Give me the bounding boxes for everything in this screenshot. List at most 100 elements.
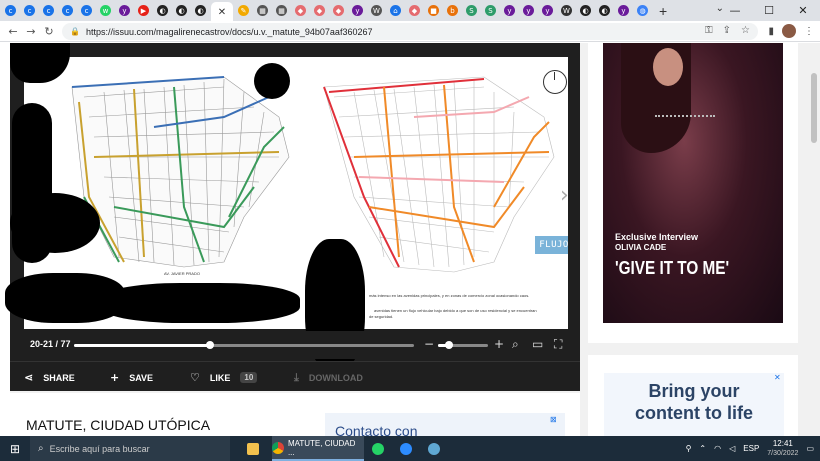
browser-right-tab-14[interactable]: y	[501, 2, 518, 19]
tray-chevron-icon[interactable]: ⌃	[699, 444, 706, 453]
zoom-icon	[400, 442, 412, 455]
forward-button[interactable]: →	[22, 25, 40, 38]
browser-tab-7[interactable]: ▶	[135, 2, 152, 19]
browser-right-tab-0[interactable]: ✎	[235, 2, 252, 19]
browser-right-tab-9[interactable]: ◆	[406, 2, 423, 19]
browser-right-tab-10[interactable]: ■	[425, 2, 442, 19]
zoom-in-icon[interactable]: +	[494, 337, 504, 351]
browser-tab-9[interactable]: ◐	[173, 2, 190, 19]
tab-favicon-icon: ■	[428, 5, 439, 16]
zoom-app[interactable]	[396, 436, 416, 461]
settings-app[interactable]	[424, 436, 444, 461]
right-ad-2[interactable]: Bring your content to life	[604, 373, 784, 436]
browser-right-tab-8[interactable]: ⌂	[387, 2, 404, 19]
profile-avatar[interactable]	[782, 24, 796, 38]
browser-right-tab-7[interactable]: W	[368, 2, 385, 19]
browser-tab-0[interactable]: c	[2, 2, 19, 19]
search-zoom-icon[interactable]: ⌕	[512, 337, 519, 352]
ad-close-icon[interactable]: ⊠	[550, 415, 557, 424]
caption-line-1: más intenso en las avenidas principales,…	[369, 293, 530, 298]
page-slider[interactable]	[74, 341, 414, 349]
tab-favicon-icon: S	[466, 5, 477, 16]
zoom-out-icon[interactable]: −	[424, 337, 434, 351]
browser-right-tab-15[interactable]: y	[520, 2, 537, 19]
page-slider-handle[interactable]	[206, 341, 214, 349]
browser-right-tab-18[interactable]: ◐	[577, 2, 594, 19]
new-tab-button[interactable]: +	[659, 3, 667, 19]
like-button[interactable]: ♡ LIKE 10	[190, 371, 258, 384]
browser-right-tab-17[interactable]: W	[558, 2, 575, 19]
single-page-view-icon[interactable]: ▭	[532, 337, 543, 351]
browser-right-tab-6[interactable]: y	[349, 2, 366, 19]
browser-tab-2[interactable]: c	[40, 2, 57, 19]
share-page-icon[interactable]: ⇪	[723, 25, 731, 36]
ad-chain-decor	[655, 115, 715, 121]
address-bar[interactable]: 🔒 https://issuu.com/magalirenecastrov/do…	[62, 23, 758, 40]
browser-tab-1[interactable]: c	[21, 2, 38, 19]
browser-right-tab-19[interactable]: ◐	[596, 2, 613, 19]
bookmark-star-icon[interactable]: ☆	[741, 25, 750, 36]
right-ad-image[interactable]: Exclusive Interview OLIVIA CADE 'GIVE IT…	[603, 43, 783, 323]
chrome-taskbar-app[interactable]: MATUTE, CIUDAD ...	[272, 436, 364, 461]
whatsapp-app[interactable]	[368, 436, 388, 461]
file-explorer-app[interactable]	[240, 436, 266, 461]
tab-favicon-icon: ◆	[295, 5, 306, 16]
next-page-arrow-icon[interactable]: ›	[560, 183, 569, 208]
browser-tab-10[interactable]: ◐	[192, 2, 209, 19]
browser-right-tab-1[interactable]: ▦	[254, 2, 271, 19]
page-scrollbar[interactable]	[808, 43, 820, 436]
minimize-button[interactable]: —	[718, 0, 752, 21]
clock[interactable]: 12:41 7/30/2022	[767, 439, 798, 459]
tab-favicon-icon: W	[371, 5, 382, 16]
taskbar-search[interactable]: ⌕ Escribe aquí para buscar	[30, 436, 230, 461]
loading-spinner-icon	[543, 70, 567, 94]
extensions-icon[interactable]: ▮	[768, 26, 774, 37]
browser-right-tab-2[interactable]: ▦	[273, 2, 290, 19]
ad-headline: 'GIVE IT TO ME'	[615, 258, 730, 278]
ad2-line-1: Bring your	[648, 381, 740, 401]
language-indicator[interactable]: ESP	[743, 444, 759, 453]
browser-tab-4[interactable]: c	[78, 2, 95, 19]
notifications-icon[interactable]: ▭	[806, 444, 814, 453]
browser-right-tab-20[interactable]: y	[615, 2, 632, 19]
browser-right-tab-3[interactable]: ◆	[292, 2, 309, 19]
back-button[interactable]: ←	[4, 25, 22, 38]
ad2-close-icon[interactable]: ✕	[774, 373, 781, 382]
save-button[interactable]: + SAVE	[110, 371, 153, 384]
ad-kicker: Exclusive Interview	[615, 232, 699, 242]
plus-icon: +	[110, 371, 120, 384]
download-button[interactable]: ⤓ DOWNLOAD	[294, 371, 363, 385]
browser-tab-3[interactable]: c	[59, 2, 76, 19]
tab-favicon-icon: ⌂	[390, 5, 401, 16]
browser-right-tab-21[interactable]: ◍	[634, 2, 651, 19]
zoom-slider-handle[interactable]	[445, 341, 453, 349]
browser-tab-6[interactable]: y	[116, 2, 133, 19]
browser-right-tab-13[interactable]: S	[482, 2, 499, 19]
scrollbar-thumb[interactable]	[811, 73, 817, 143]
browser-right-tab-16[interactable]: y	[539, 2, 556, 19]
browser-right-tab-5[interactable]: ◆	[330, 2, 347, 19]
menu-kebab-icon[interactable]: ⋮	[804, 26, 814, 37]
browser-right-tab-12[interactable]: S	[463, 2, 480, 19]
reload-button[interactable]: ↻	[40, 25, 58, 38]
bottom-ad[interactable]: Contacto con	[325, 413, 565, 436]
browser-right-tab-4[interactable]: ◆	[311, 2, 328, 19]
share-button[interactable]: ⋖ SHARE	[24, 371, 75, 384]
lock-icon[interactable]: 🔒	[70, 27, 80, 36]
browser-tab-5[interactable]: w	[97, 2, 114, 19]
url-text[interactable]: https://issuu.com/magalirenecastrov/docs…	[86, 27, 373, 37]
maximize-button[interactable]: ☐	[752, 0, 786, 21]
browser-tab-8[interactable]: ◐	[154, 2, 171, 19]
network-icon[interactable]: ⚲	[686, 444, 692, 453]
browser-right-tab-11[interactable]: b	[444, 2, 461, 19]
zoom-slider[interactable]	[438, 341, 488, 349]
active-tab[interactable]: ✕	[211, 1, 233, 23]
fullscreen-icon[interactable]: ⛶	[554, 337, 562, 352]
share-label: SHARE	[43, 372, 75, 383]
close-tab-icon[interactable]: ✕	[218, 7, 226, 18]
volume-icon[interactable]: ◁	[729, 444, 735, 453]
close-window-button[interactable]: ✕	[786, 0, 820, 21]
password-key-icon[interactable]: ⚿	[705, 25, 713, 36]
wifi-icon[interactable]: ◠	[714, 444, 721, 453]
start-button[interactable]: ⊞	[0, 442, 30, 456]
